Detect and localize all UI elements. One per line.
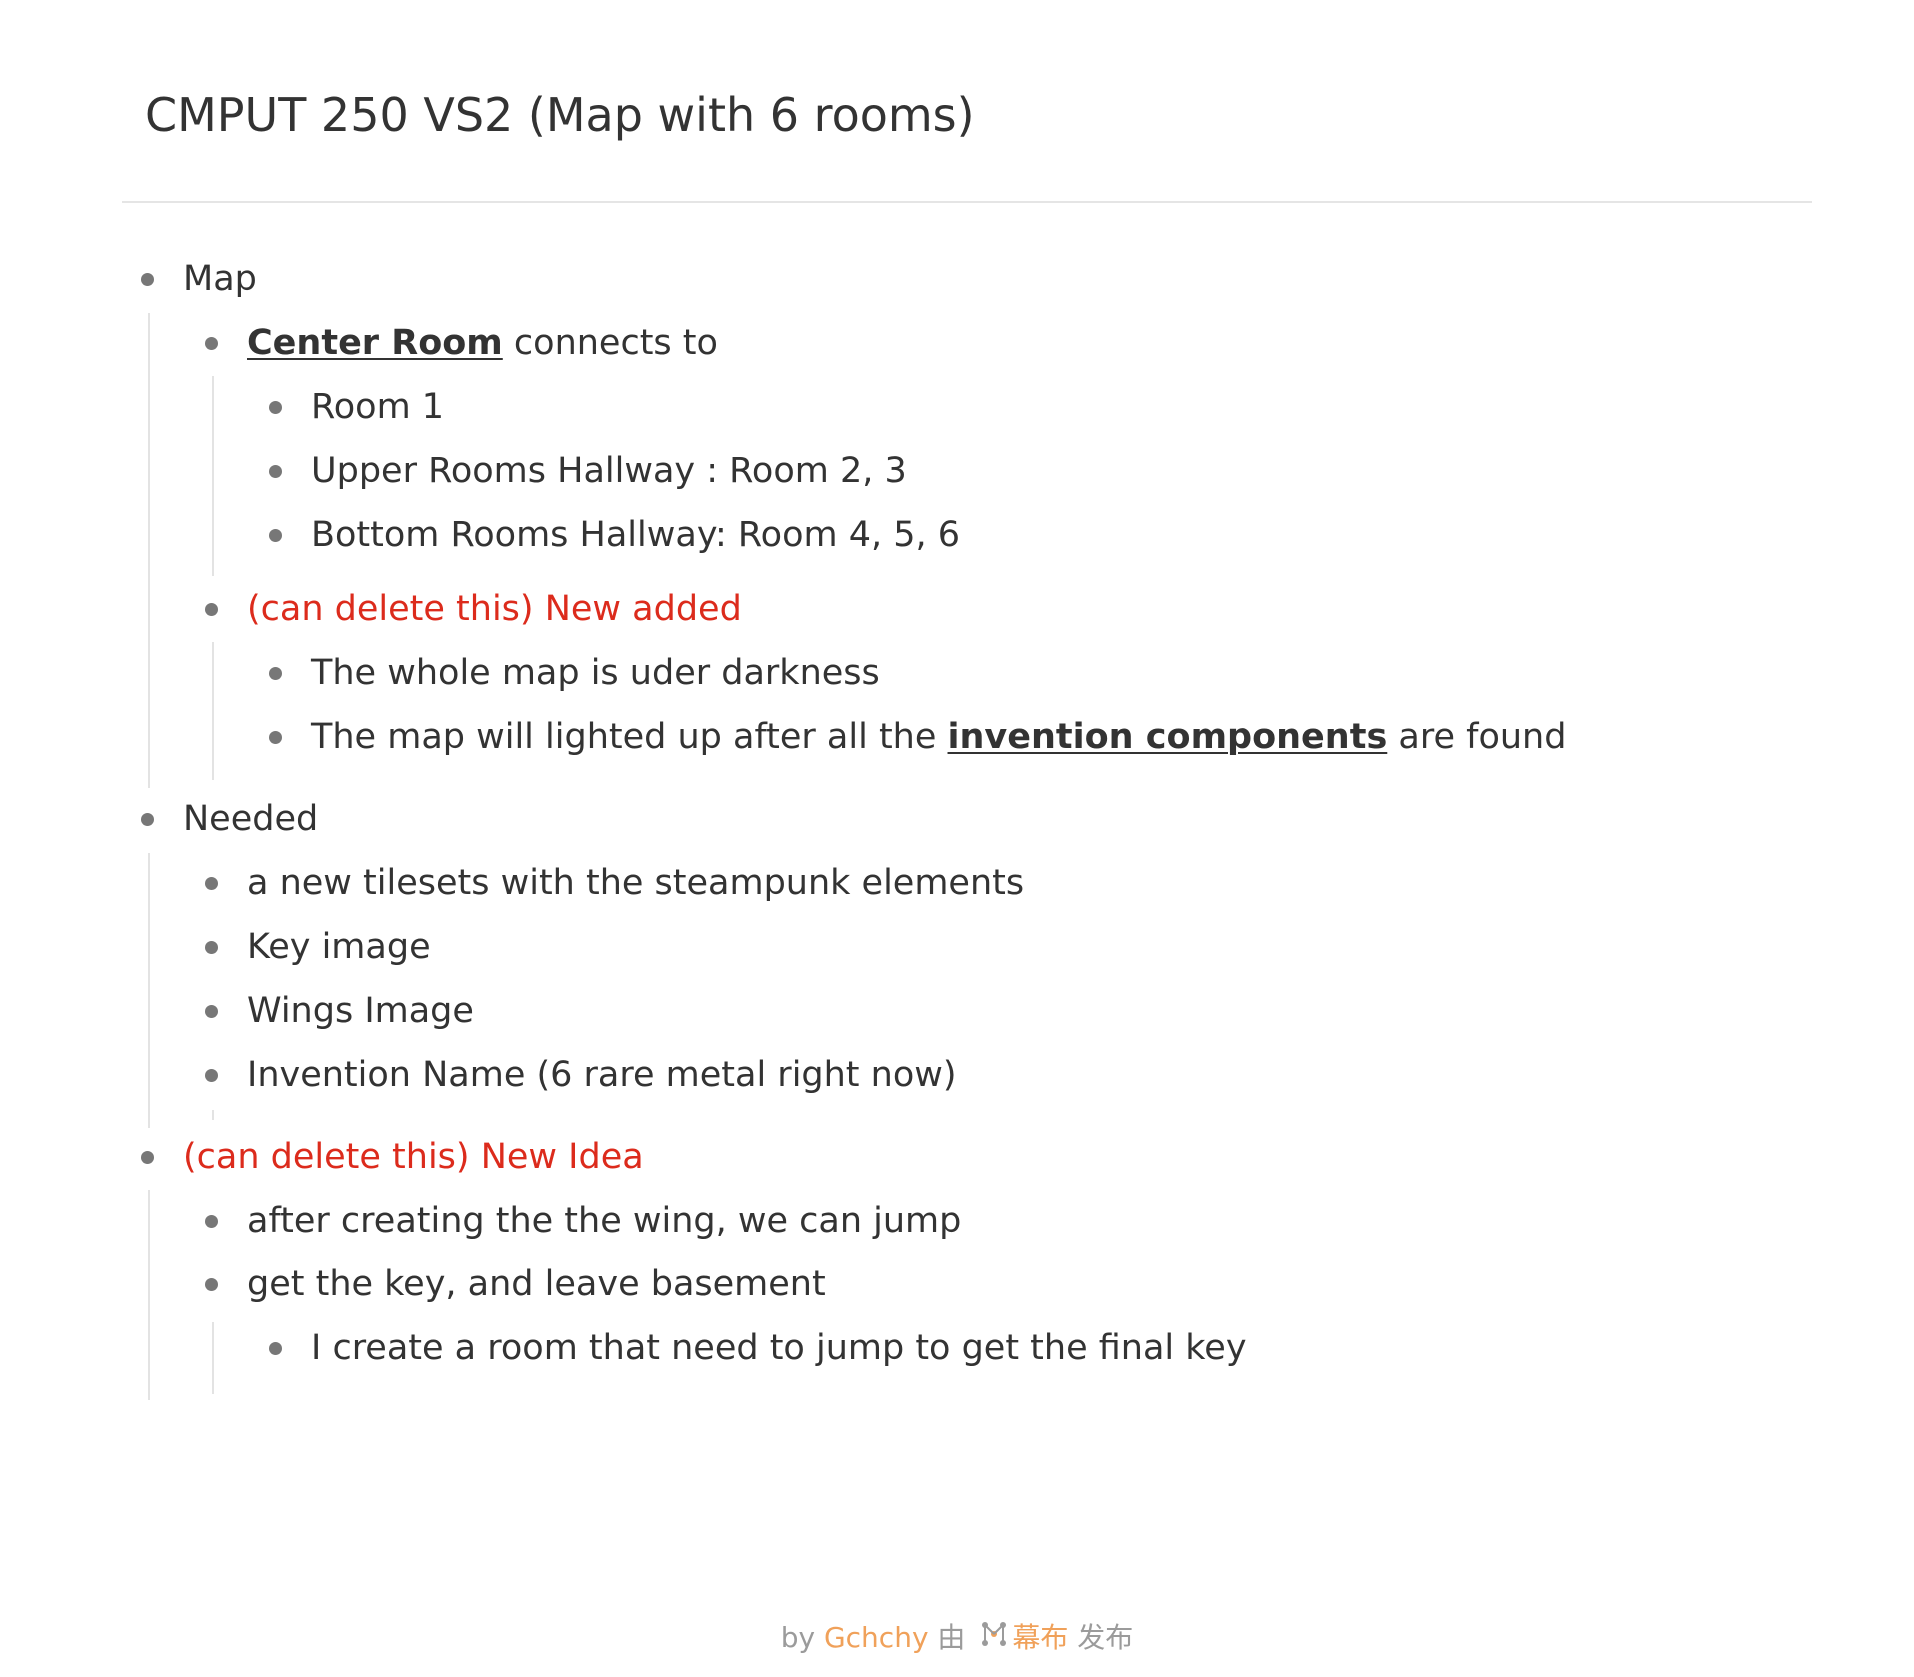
node-label: I create a room that need to jump to get… (311, 1328, 1247, 1368)
footer-attribution: by Gchchy 由 幕布 发布 (0, 1618, 1914, 1659)
bullet-bottom-rooms[interactable] (269, 529, 282, 542)
footer-brand-link[interactable]: 幕布 (1012, 1621, 1068, 1654)
node-final-key[interactable]: I create a room that need to jump to get… (311, 1326, 1247, 1370)
bullet-map[interactable] (141, 273, 154, 286)
node-label: (can delete this) New added (247, 589, 742, 629)
node-tilesets[interactable]: a new tilesets with the steampunk elemen… (247, 861, 1024, 905)
node-new-idea[interactable]: (can delete this) New Idea (183, 1135, 644, 1179)
title-divider (122, 201, 1812, 203)
node-label: The whole map is uder darkness (311, 653, 880, 693)
node-label: The map will lighted up after all the (311, 717, 948, 757)
bullet-new-added[interactable] (205, 603, 218, 616)
footer-middle: 由 (928, 1621, 975, 1654)
bullet-new-idea[interactable] (141, 1151, 154, 1164)
node-new-added[interactable]: (can delete this) New added (247, 587, 742, 631)
node-wings-image[interactable]: Wings Image (247, 989, 474, 1033)
node-lighted-up[interactable]: The map will lighted up after all the in… (311, 715, 1566, 759)
guide-line-needed-tail (212, 1110, 214, 1120)
node-label: Map (183, 259, 257, 299)
bullet-get-key[interactable] (205, 1278, 218, 1291)
bullet-wings-image[interactable] (205, 1005, 218, 1018)
footer-suffix: 发布 (1068, 1621, 1134, 1654)
guide-line-needed (148, 853, 150, 1128)
bullet-room-1[interactable] (269, 401, 282, 414)
node-needed[interactable]: Needed (183, 797, 318, 841)
guide-line-new-idea (148, 1190, 150, 1400)
bullet-final-key[interactable] (269, 1342, 282, 1355)
node-center-room[interactable]: Center Room connects to (247, 321, 718, 365)
node-label: Upper Rooms Hallway : Room 2, 3 (311, 451, 907, 491)
node-label: connects to (502, 323, 718, 363)
bullet-wing-jump[interactable] (205, 1215, 218, 1228)
invention-components-link[interactable]: invention components (948, 717, 1388, 757)
node-label: (can delete this) New Idea (183, 1137, 644, 1177)
node-label: after creating the the wing, we can jump (247, 1201, 962, 1241)
bullet-darkness[interactable] (269, 667, 282, 680)
center-room-link[interactable]: Center Room (247, 323, 503, 363)
node-get-key[interactable]: get the key, and leave basement (247, 1262, 826, 1306)
bullet-center-room[interactable] (205, 337, 218, 350)
guide-line-map (148, 313, 150, 788)
node-label: Room 1 (311, 387, 445, 427)
node-label: Key image (247, 927, 431, 967)
node-label-tail: are found (1387, 717, 1567, 757)
node-upper-rooms[interactable]: Upper Rooms Hallway : Room 2, 3 (311, 449, 907, 493)
node-darkness[interactable]: The whole map is uder darkness (311, 651, 880, 695)
node-key-image[interactable]: Key image (247, 925, 431, 969)
guide-line-new-added (212, 642, 214, 780)
node-map[interactable]: Map (183, 257, 257, 301)
node-label: Bottom Rooms Hallway: Room 4, 5, 6 (311, 515, 961, 555)
node-invention-name[interactable]: Invention Name (6 rare metal right now) (247, 1053, 957, 1097)
footer-author-link[interactable]: Gchchy (824, 1621, 929, 1654)
node-label: Wings Image (247, 991, 474, 1031)
bullet-key-image[interactable] (205, 941, 218, 954)
bullet-needed[interactable] (141, 813, 154, 826)
node-wing-jump[interactable]: after creating the the wing, we can jump (247, 1199, 961, 1243)
guide-line-center-room (212, 376, 214, 576)
bullet-invention-name[interactable] (205, 1069, 218, 1082)
node-label: get the key, and leave basement (247, 1264, 826, 1304)
document-title: CMPUT 250 VS2 (Map with 6 rooms) (145, 88, 975, 142)
guide-line-get-key (212, 1322, 214, 1394)
node-room-1[interactable]: Room 1 (311, 385, 444, 429)
node-label: Invention Name (6 rare metal right now) (247, 1055, 957, 1095)
bullet-lighted-up[interactable] (269, 731, 282, 744)
node-label: Needed (183, 799, 319, 839)
bullet-tilesets[interactable] (205, 877, 218, 890)
node-label: a new tilesets with the steampunk elemen… (247, 863, 1025, 903)
mubu-logo-icon[interactable] (980, 1619, 1008, 1659)
node-bottom-rooms[interactable]: Bottom Rooms Hallway: Room 4, 5, 6 (311, 513, 960, 557)
footer-prefix: by (780, 1621, 824, 1654)
bullet-upper-rooms[interactable] (269, 465, 282, 478)
